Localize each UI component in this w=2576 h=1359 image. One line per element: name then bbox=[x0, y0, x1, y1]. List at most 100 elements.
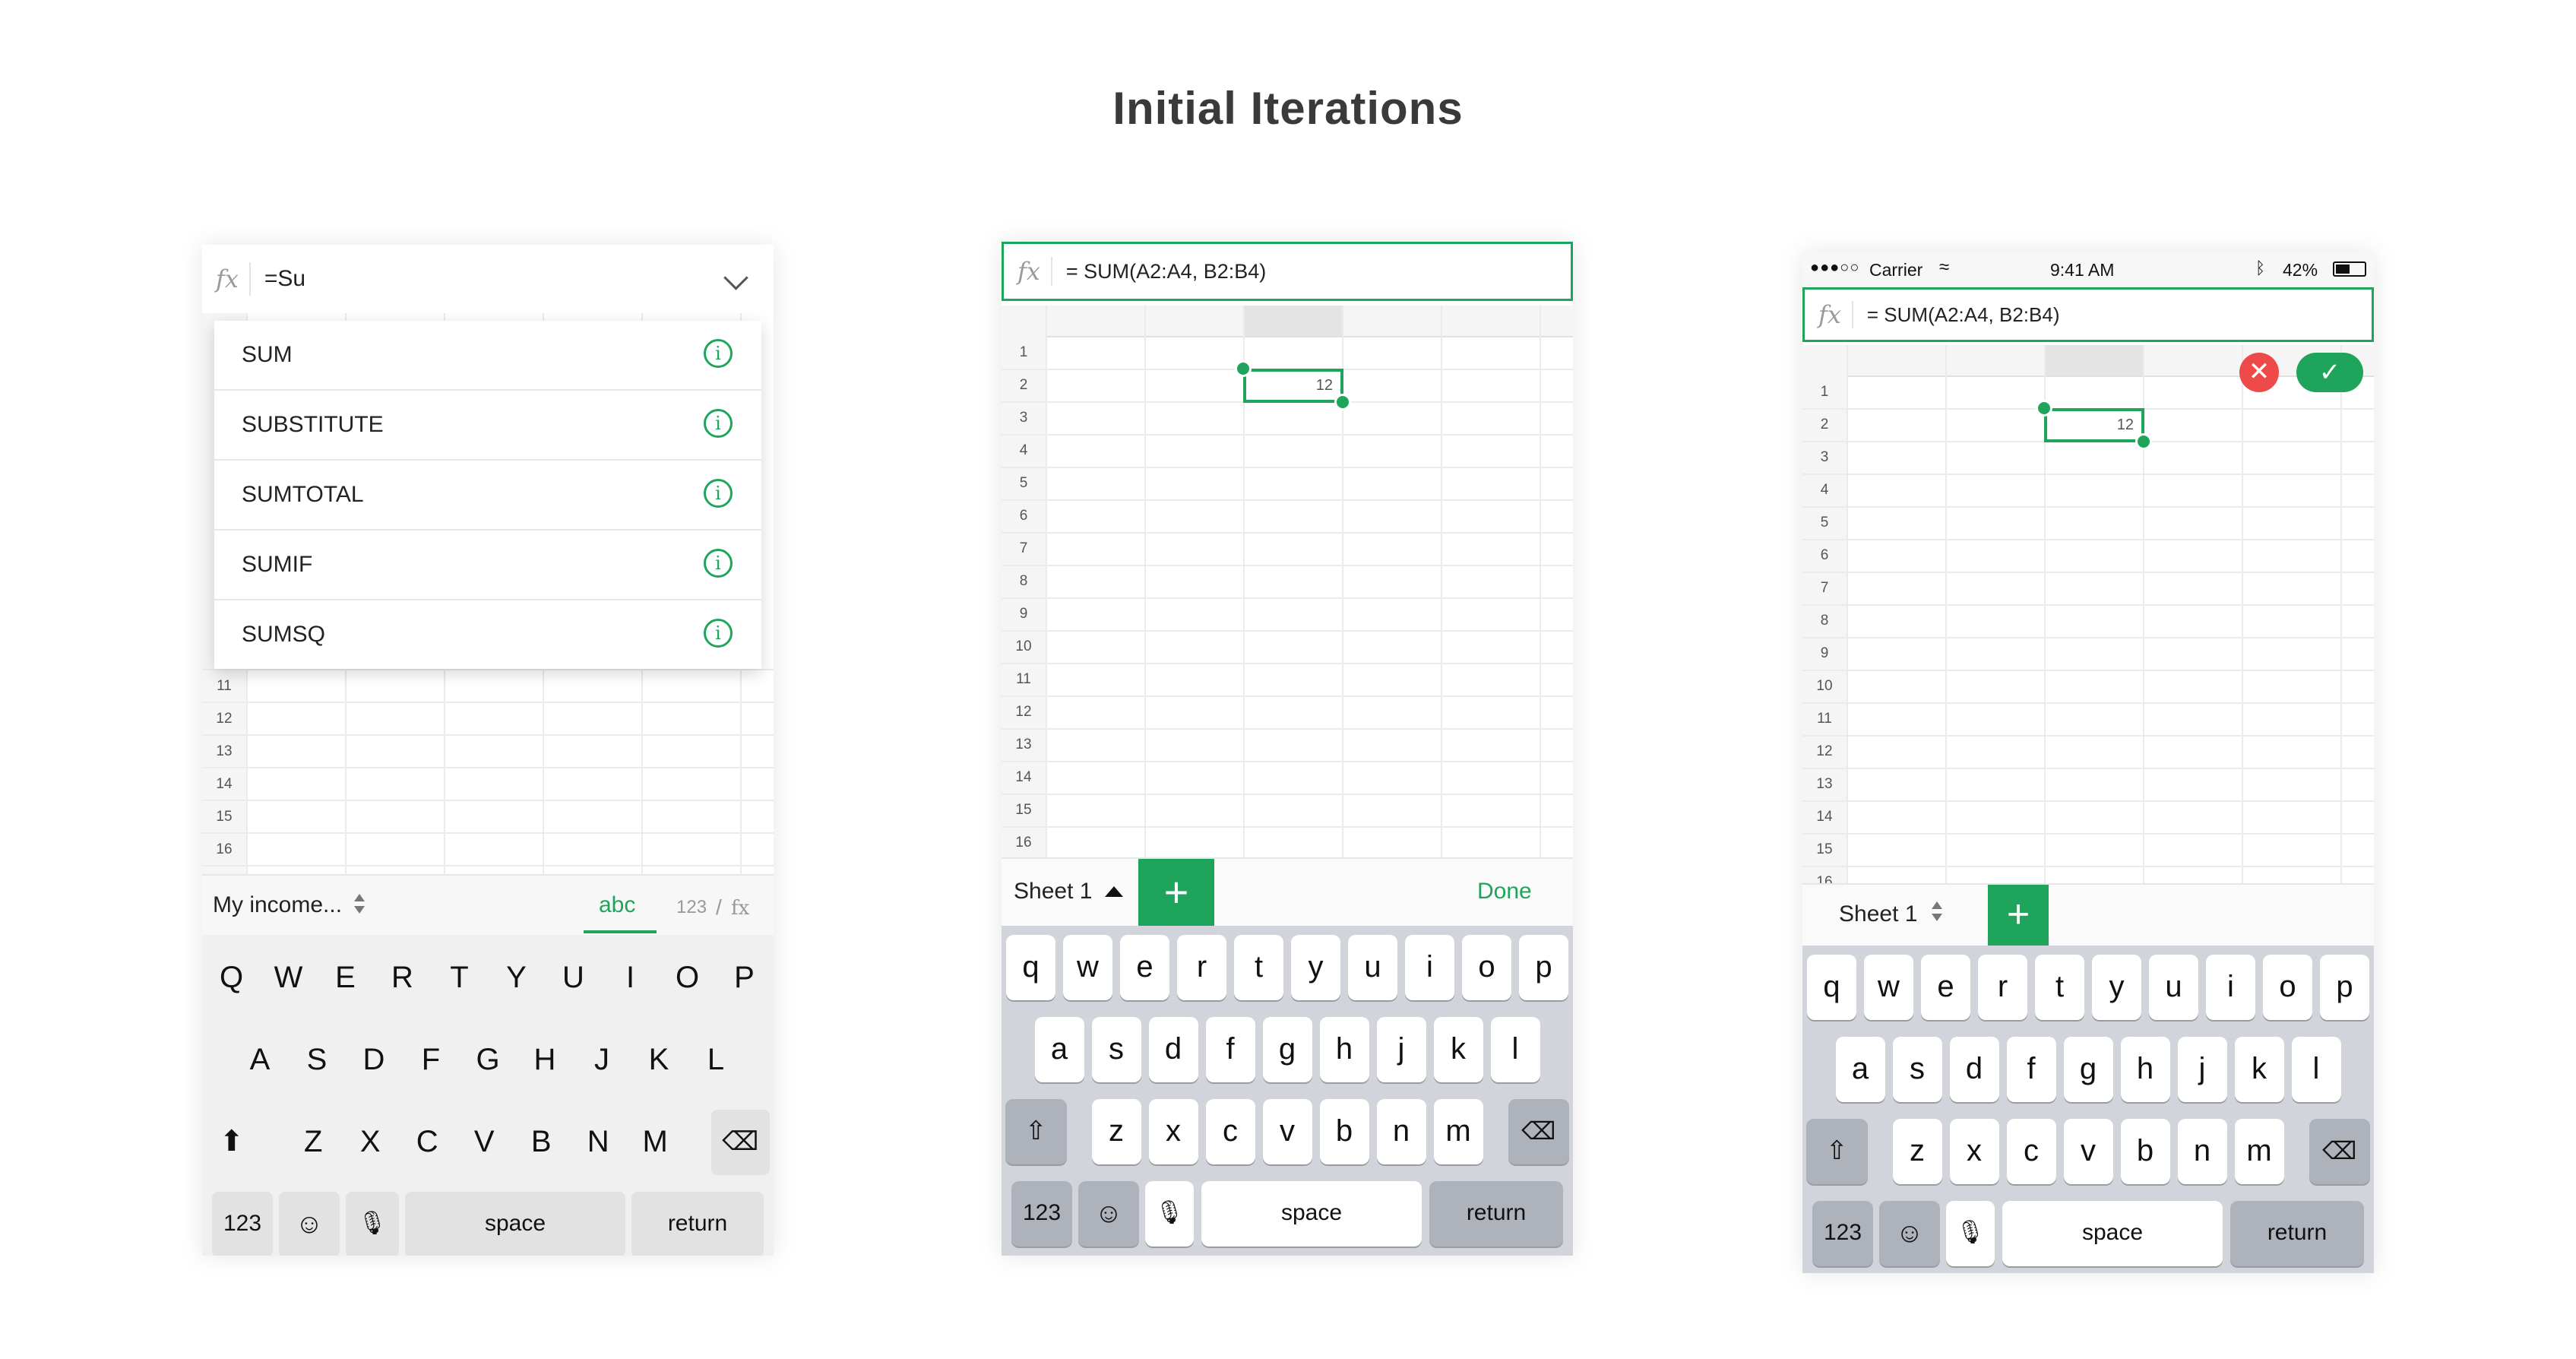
key-f[interactable]: f bbox=[2006, 1037, 2056, 1102]
space-key[interactable]: space bbox=[1201, 1181, 1422, 1247]
key-j[interactable]: j bbox=[1376, 1017, 1426, 1082]
key-u[interactable]: u bbox=[2149, 955, 2198, 1020]
key-j[interactable]: j bbox=[2177, 1037, 2227, 1102]
key-d[interactable]: D bbox=[350, 1028, 399, 1093]
key-t[interactable]: t bbox=[2035, 955, 2084, 1020]
key-r[interactable]: R bbox=[378, 946, 427, 1011]
cancel-formula-button[interactable]: ✕ bbox=[2239, 353, 2279, 392]
key-d[interactable]: d bbox=[1949, 1037, 1999, 1102]
key-b[interactable]: b bbox=[1319, 1099, 1369, 1164]
key-s[interactable]: s bbox=[1091, 1017, 1141, 1082]
key-p[interactable]: p bbox=[1519, 935, 1568, 1000]
return-key[interactable]: return bbox=[2230, 1201, 2364, 1266]
formula-input[interactable]: = SUM(A2:A4, B2:B4) bbox=[1867, 303, 2060, 327]
caret-up-icon[interactable] bbox=[1105, 886, 1123, 897]
key-a[interactable]: a bbox=[1835, 1037, 1885, 1102]
key-c[interactable]: C bbox=[403, 1110, 452, 1175]
key-h[interactable]: h bbox=[1319, 1017, 1369, 1082]
space-key[interactable]: space bbox=[405, 1192, 625, 1256]
key-m[interactable]: m bbox=[1433, 1099, 1483, 1164]
sort-updown-icon[interactable] bbox=[354, 894, 365, 914]
key-g[interactable]: g bbox=[2063, 1037, 2113, 1102]
key-n[interactable]: n bbox=[1376, 1099, 1426, 1164]
key-e[interactable]: E bbox=[321, 946, 370, 1011]
info-icon[interactable]: i bbox=[704, 339, 733, 368]
selected-cell[interactable]: 12 bbox=[2044, 408, 2144, 442]
key-j[interactable]: J bbox=[578, 1028, 627, 1093]
key-q[interactable]: q bbox=[1006, 935, 1055, 1000]
sheet-selector[interactable]: My income... bbox=[213, 892, 342, 918]
key-s[interactable]: S bbox=[293, 1028, 342, 1093]
key-i[interactable]: i bbox=[2206, 955, 2255, 1020]
key-f[interactable]: f bbox=[1205, 1017, 1255, 1082]
tab-fx[interactable]: fx bbox=[731, 897, 749, 920]
microphone-icon[interactable]: 🎙 bbox=[1946, 1201, 1995, 1266]
microphone-icon[interactable]: 🎙 bbox=[1145, 1181, 1194, 1247]
key-x[interactable]: x bbox=[1949, 1119, 1999, 1184]
space-key[interactable]: space bbox=[2002, 1201, 2223, 1266]
key-n[interactable]: n bbox=[2177, 1119, 2227, 1184]
key-s[interactable]: s bbox=[1892, 1037, 1942, 1102]
key-b[interactable]: B bbox=[517, 1110, 566, 1175]
key-x[interactable]: X bbox=[346, 1110, 395, 1175]
backspace-icon[interactable]: ⌫ bbox=[1508, 1099, 1569, 1164]
key-v[interactable]: v bbox=[1262, 1099, 1312, 1164]
suggestion-item[interactable]: SUM i bbox=[214, 321, 761, 391]
key-g[interactable]: g bbox=[1262, 1017, 1312, 1082]
key-u[interactable]: U bbox=[549, 946, 598, 1011]
key-d[interactable]: d bbox=[1148, 1017, 1198, 1082]
formula-input[interactable]: = SUM(A2:A4, B2:B4) bbox=[1066, 260, 1266, 284]
key-y[interactable]: Y bbox=[492, 946, 541, 1011]
backspace-icon[interactable]: ⌫ bbox=[710, 1110, 770, 1175]
key-x[interactable]: x bbox=[1148, 1099, 1198, 1164]
shift-icon[interactable]: ⇧ bbox=[1005, 1099, 1067, 1164]
key-k[interactable]: K bbox=[635, 1028, 684, 1093]
key-p[interactable]: P bbox=[720, 946, 769, 1011]
key-r[interactable]: r bbox=[1978, 955, 2027, 1020]
key-o[interactable]: o bbox=[2263, 955, 2312, 1020]
add-sheet-button[interactable]: + bbox=[1988, 885, 2049, 946]
key-k[interactable]: k bbox=[1433, 1017, 1483, 1082]
key-y[interactable]: y bbox=[1291, 935, 1340, 1000]
confirm-formula-button[interactable]: ✓ bbox=[2296, 353, 2363, 392]
tab-123[interactable]: 123 bbox=[676, 897, 707, 918]
key-t[interactable]: T bbox=[435, 946, 484, 1011]
selection-handle-start[interactable] bbox=[2036, 400, 2052, 417]
emoji-icon[interactable]: ☺ bbox=[1879, 1201, 1940, 1266]
key-r[interactable]: r bbox=[1177, 935, 1226, 1000]
key-a[interactable]: a bbox=[1034, 1017, 1084, 1082]
tab-abc[interactable]: abc bbox=[599, 892, 635, 918]
key-z[interactable]: Z bbox=[289, 1110, 338, 1175]
key-z[interactable]: z bbox=[1892, 1119, 1942, 1184]
info-icon[interactable]: i bbox=[704, 409, 733, 438]
selected-cell[interactable]: 12 bbox=[1243, 369, 1343, 403]
key-o[interactable]: o bbox=[1462, 935, 1511, 1000]
key-e[interactable]: e bbox=[1921, 955, 1970, 1020]
return-key[interactable]: return bbox=[1429, 1181, 1563, 1247]
formula-bar[interactable]: fx = SUM(A2:A4, B2:B4) bbox=[1802, 287, 2374, 342]
key-l[interactable]: L bbox=[691, 1028, 741, 1093]
key-c[interactable]: c bbox=[1205, 1099, 1255, 1164]
key-z[interactable]: z bbox=[1091, 1099, 1141, 1164]
info-icon[interactable]: i bbox=[704, 549, 733, 578]
info-icon[interactable]: i bbox=[704, 479, 733, 508]
suggestion-item[interactable]: SUMSQ i bbox=[214, 600, 761, 669]
key-h[interactable]: h bbox=[2120, 1037, 2170, 1102]
add-sheet-button[interactable]: + bbox=[1138, 859, 1214, 927]
key-v[interactable]: v bbox=[2063, 1119, 2113, 1184]
key-m[interactable]: m bbox=[2234, 1119, 2284, 1184]
key-v[interactable]: V bbox=[460, 1110, 509, 1175]
selection-handle-start[interactable] bbox=[1235, 360, 1252, 377]
sheet-tab[interactable]: Sheet 1 bbox=[1839, 901, 1917, 927]
key-n[interactable]: N bbox=[574, 1110, 623, 1175]
microphone-icon[interactable]: 🎙 bbox=[346, 1192, 399, 1256]
key-m[interactable]: M bbox=[631, 1110, 680, 1175]
suggestion-item[interactable]: SUMTOTAL i bbox=[214, 461, 761, 531]
selection-handle-end[interactable] bbox=[2135, 433, 2152, 450]
key-q[interactable]: q bbox=[1807, 955, 1856, 1020]
key-u[interactable]: u bbox=[1348, 935, 1397, 1000]
numbers-key[interactable]: 123 bbox=[1011, 1181, 1072, 1247]
shift-icon[interactable]: ⬆ bbox=[206, 1110, 258, 1175]
key-t[interactable]: t bbox=[1234, 935, 1283, 1000]
key-c[interactable]: c bbox=[2006, 1119, 2056, 1184]
